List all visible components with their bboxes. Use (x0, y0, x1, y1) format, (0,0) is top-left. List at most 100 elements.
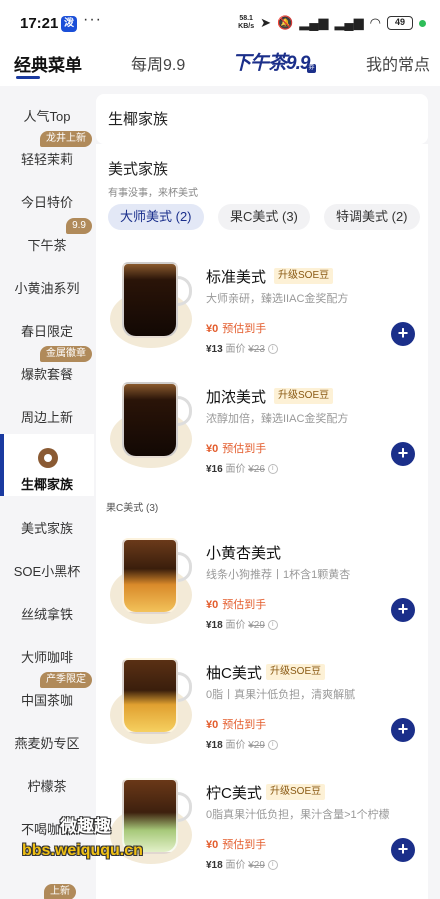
status-dot (419, 19, 426, 27)
sidebar-item-label: 美式家族 (20, 521, 73, 536)
estimated-price: ¥0 预估到手 (206, 599, 267, 611)
sidebar-item-popular-top[interactable]: 人气Top (0, 92, 94, 135)
battery-indicator: 49 (387, 16, 413, 30)
sidebar-item-americano-family[interactable]: 美式家族 (0, 504, 94, 547)
add-to-cart-button[interactable]: + (391, 598, 415, 622)
list-price: ¥18 面价 ¥29 i (206, 856, 278, 871)
sidebar-item-label: 轻轻茉莉 (20, 152, 73, 167)
sidebar-item-hot-combo[interactable]: 金属徽章 爆款套餐 (0, 346, 94, 393)
sidebar-item-oat-milk[interactable]: 燕麦奶专区 (0, 719, 94, 762)
add-to-cart-button[interactable]: + (391, 718, 415, 742)
chip-special-americano[interactable]: 特调美式 (2) (324, 204, 420, 230)
soe-upgrade-tag: 升级SOE豆 (266, 664, 326, 680)
seasonal-badge: 产季限定 (40, 672, 92, 688)
tab-my-frequent[interactable]: 我的常点 (366, 51, 430, 75)
info-icon[interactable]: i (267, 344, 278, 355)
info-icon[interactable]: i (267, 464, 278, 475)
product-name: 小黄杏美式 (206, 545, 282, 562)
product-card-apricot-americano[interactable]: 小黄杏美式 线条小狗推荐丨1杯含1颗黄杏 ¥0 预估到手 ¥18 面价 ¥29 i… (96, 522, 428, 642)
active-tab-indicator (16, 76, 40, 79)
sidebar-item-coconut-family[interactable]: 生椰家族 (0, 434, 94, 496)
sidebar-item-merch[interactable]: 周边上新 (0, 393, 94, 436)
signal-icon: ▂▄▆ (299, 15, 329, 30)
info-icon[interactable]: i (267, 620, 278, 631)
product-card-lemon-americano[interactable]: 柠C美式 升级SOE豆 0脂真果汁低负担，果汁含量>1个柠檬 ¥0 预估到手 ¥1… (96, 762, 428, 882)
product-image (106, 648, 198, 746)
list-price: ¥13 面价 ¥23 i (206, 340, 278, 355)
category-title: 生椰家族 (108, 111, 169, 128)
sidebar-item-label: 今日特价 (20, 195, 73, 210)
sidebar-item-label: 大师咖啡 (20, 650, 73, 665)
soe-upgrade-tag: 升级SOE豆 (274, 268, 334, 284)
info-icon[interactable]: i (267, 740, 278, 751)
add-to-cart-button[interactable]: + (391, 442, 415, 466)
list-price: ¥18 面价 ¥29 i (206, 616, 278, 631)
sidebar-item-label: 小黄油系列 (14, 281, 80, 296)
tab-weekly-9-9[interactable]: 每周9.9 (131, 51, 185, 75)
price-badge: 9.9 (66, 218, 92, 234)
sidebar-item-master-coffee[interactable]: 大师咖啡 (0, 633, 94, 676)
estimated-price: ¥0 预估到手 (206, 443, 267, 455)
section-subtitle: 有事没事，来杯美式 (108, 188, 198, 199)
soe-upgrade-tag: 升级SOE豆 (274, 388, 334, 404)
tab-afternoon-tea-9-9[interactable]: 下午茶9.9 (232, 48, 310, 75)
add-to-cart-button[interactable]: + (391, 838, 415, 862)
promo-tag-icon: 券 (307, 64, 316, 73)
section-title: 美式家族 (108, 161, 169, 178)
tab-classic-menu[interactable]: 经典菜单 (14, 51, 82, 76)
watermark-url: bbs.weiququ.cn (22, 842, 143, 859)
sidebar-item-label: 生椰家族 (20, 477, 73, 492)
list-price: ¥16 面价 ¥26 i (206, 460, 278, 475)
new-badge: 龙井上新 (40, 131, 92, 147)
product-image (106, 252, 198, 350)
product-name: 加浓美式 (206, 389, 267, 406)
sidebar-item-lemon-tea[interactable]: 柠檬茶 (0, 762, 94, 805)
list-price: ¥18 面价 ¥29 i (206, 736, 278, 751)
product-name: 柠C美式 (206, 785, 262, 802)
product-description: 0脂丨真果汁低负担，清爽解腻 (206, 689, 356, 701)
product-image (106, 528, 198, 626)
americano-section: 美式家族 有事没事，来杯美式 大师美式 (2) 果C美式 (3) 特调美式 (2… (96, 144, 428, 899)
new-badge: 上新 (44, 884, 76, 899)
sidebar-item-afternoon-tea[interactable]: 9.9 下午茶 (0, 218, 94, 264)
sidebar-item-butter-series[interactable]: 小黄油系列 (0, 264, 94, 307)
mute-icon: 🔕 (277, 15, 294, 30)
sidebar-item-daily-deal[interactable]: 今日特价 (0, 178, 94, 221)
watermark-title: 微趣趣 (60, 817, 111, 836)
sidebar-item-soe-black-cup[interactable]: SOE小黑杯 (0, 547, 94, 590)
network-speed: 58.1 KB/s (238, 15, 255, 30)
product-description: 线条小狗推荐丨1杯含1颗黄杏 (206, 569, 351, 581)
metal-badge-tag: 金属徽章 (40, 346, 92, 362)
chip-master-americano[interactable]: 大师美式 (2) (108, 204, 204, 230)
sidebar-item-chinese-tea-coffee[interactable]: 产季限定 中国茶咖 (0, 672, 94, 719)
sidebar-item-label: SOE小黑杯 (13, 564, 81, 579)
info-icon[interactable]: i (267, 860, 278, 871)
status-indicators: 58.1 KB/s ➤ 🔕 ▂▄▆ ▂▄▆ ◠ 49 (238, 13, 426, 33)
coconut-icon (38, 448, 58, 468)
sidebar-item-label: 柠檬茶 (27, 779, 67, 794)
product-name: 标准美式 (206, 269, 267, 286)
category-header: 生椰家族 (96, 94, 428, 144)
status-bar: 17:21 泼 ··· 58.1 KB/s ➤ 🔕 ▂▄▆ ▂▄▆ ◠ 49 (0, 0, 440, 46)
category-sidebar: 人气Top 龙井上新 轻轻茉莉 今日特价 9.9 下午茶 小黄油系列 春日限定 … (0, 86, 94, 899)
product-name: 柚C美式 (206, 665, 262, 682)
sidebar-item-jasmine[interactable]: 龙井上新 轻轻茉莉 (0, 131, 94, 178)
wifi-icon: ◠ (369, 15, 381, 30)
sidebar-item-spring-limited[interactable]: 春日限定 (0, 307, 94, 350)
sidebar-item-label: 丝绒拿铁 (20, 607, 73, 622)
sidebar-item-label: 周边上新 (20, 410, 73, 425)
group-label: 果C美式 (3) (106, 503, 159, 514)
product-card-yuzu-americano[interactable]: 柚C美式 升级SOE豆 0脂丨真果汁低负担，清爽解腻 ¥0 预估到手 ¥18 面价… (96, 642, 428, 762)
product-image (106, 372, 198, 470)
estimated-price: ¥0 预估到手 (206, 323, 267, 335)
product-card-strong-americano[interactable]: 加浓美式 升级SOE豆 浓醇加倍，臻选IIAC金奖配方 ¥0 预估到手 ¥16 面… (96, 366, 428, 486)
product-card-standard-americano[interactable]: 标准美式 升级SOE豆 大师亲研，臻选IIAC金奖配方 ¥0 预估到手 ¥13 面… (96, 246, 428, 366)
chip-fruit-c-americano[interactable]: 果C美式 (3) (218, 204, 310, 230)
location-icon: ➤ (260, 15, 272, 30)
product-list: 生椰家族 美式家族 有事没事，来杯美式 大师美式 (2) 果C美式 (3) 特调… (94, 86, 440, 899)
sidebar-item-velvet-latte[interactable]: 丝绒拿铁 (0, 590, 94, 633)
add-to-cart-button[interactable]: + (391, 322, 415, 346)
app-notification-icon: 泼 (61, 16, 77, 32)
sidebar-item-label: 下午茶 (27, 238, 67, 253)
product-description: 大师亲研，臻选IIAC金奖配方 (206, 293, 349, 305)
